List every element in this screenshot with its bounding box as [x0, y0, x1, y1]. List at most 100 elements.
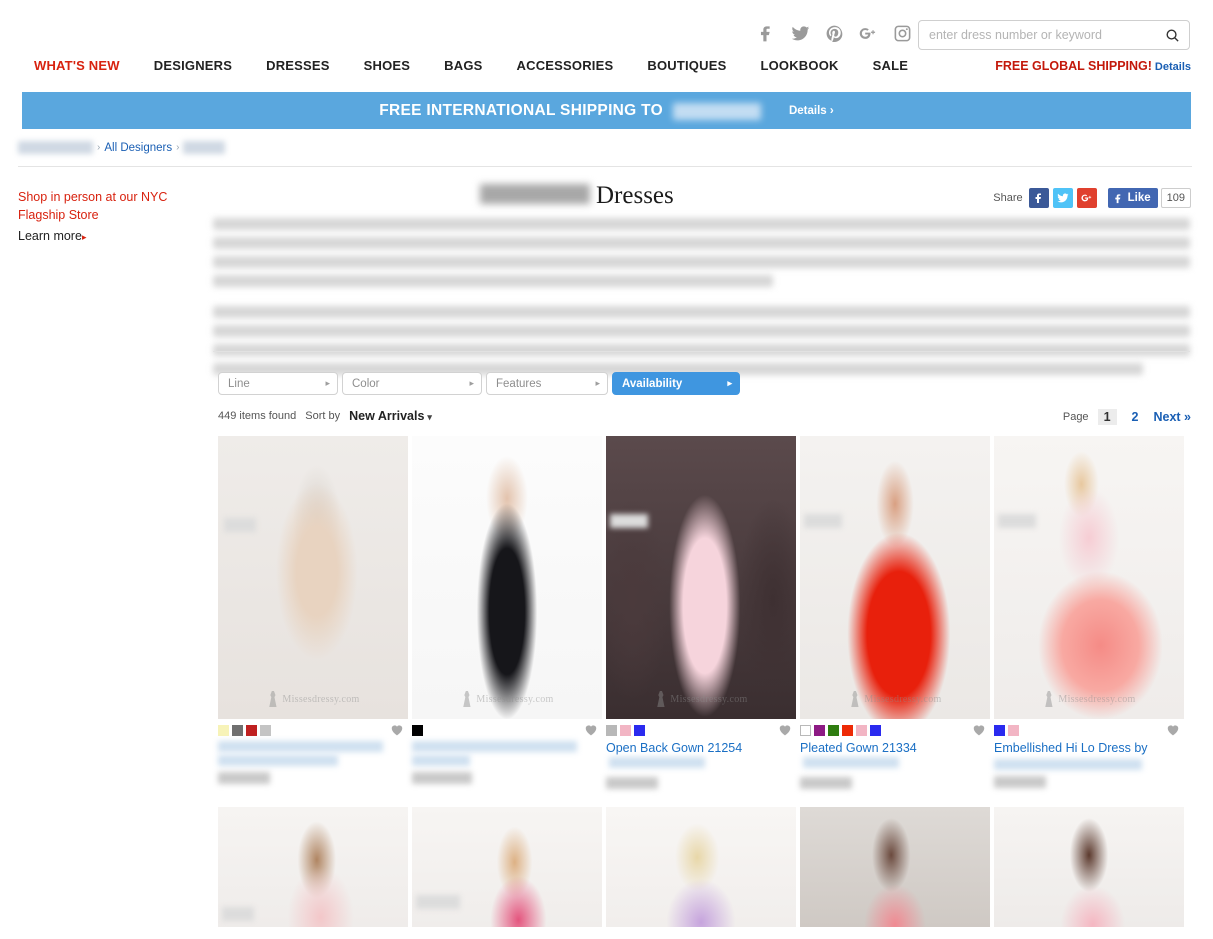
- product-image[interactable]: Missesdressy.com: [218, 436, 408, 719]
- wishlist-heart-icon[interactable]: [972, 723, 986, 736]
- product-card[interactable]: Missesdressy.com Open Back Gown 21254: [606, 436, 796, 789]
- breadcrumb-item-home-redacted[interactable]: [18, 141, 93, 154]
- dress-watermark-icon: [266, 691, 279, 707]
- product-image[interactable]: [800, 807, 990, 927]
- facebook-like-button[interactable]: Like: [1108, 188, 1158, 208]
- color-swatch[interactable]: [260, 725, 271, 736]
- product-card[interactable]: [412, 807, 602, 927]
- learn-more-link[interactable]: Learn more▸: [18, 227, 198, 246]
- color-swatch[interactable]: [606, 725, 617, 736]
- product-image[interactable]: [606, 807, 796, 927]
- product-card[interactable]: [994, 807, 1184, 927]
- color-swatch[interactable]: [412, 725, 423, 736]
- share-facebook-button[interactable]: [1029, 188, 1049, 208]
- share-googleplus-button[interactable]: [1077, 188, 1097, 208]
- nav-item-dresses[interactable]: DRESSES: [249, 58, 347, 73]
- filter-availability[interactable]: Availability ▸: [612, 372, 740, 395]
- search-box[interactable]: [918, 20, 1190, 50]
- caret-right-icon: ▸: [82, 232, 87, 242]
- product-card[interactable]: Missesdressy.com: [412, 436, 602, 789]
- twitter-icon[interactable]: [789, 20, 811, 46]
- next-page-button[interactable]: Next »: [1153, 410, 1191, 424]
- product-card[interactable]: Missesdressy.com: [218, 436, 408, 789]
- breadcrumb-item-all-designers[interactable]: All Designers: [104, 142, 172, 154]
- search-input[interactable]: [919, 22, 1155, 48]
- product-title[interactable]: Embellished Hi Lo Dress by: [994, 741, 1184, 770]
- nav-item-accessories[interactable]: ACCESSORIES: [500, 58, 631, 73]
- color-swatch[interactable]: [246, 725, 257, 736]
- color-swatch[interactable]: [800, 725, 811, 736]
- facebook-icon[interactable]: [755, 20, 777, 46]
- product-title-text: Open Back Gown 21254: [606, 741, 742, 755]
- color-swatch[interactable]: [232, 725, 243, 736]
- share-twitter-button[interactable]: [1053, 188, 1073, 208]
- color-swatch[interactable]: [1008, 725, 1019, 736]
- product-title[interactable]: [412, 741, 602, 766]
- wishlist-heart-icon[interactable]: [1166, 723, 1180, 736]
- filter-color-label: Color: [352, 378, 379, 390]
- product-image[interactable]: [218, 807, 408, 927]
- nav-item-lookbook[interactable]: LOOKBOOK: [743, 58, 855, 73]
- color-swatch[interactable]: [842, 725, 853, 736]
- watermark-text: Missesdressy.com: [1058, 694, 1135, 705]
- nav-item-sale[interactable]: SALE: [856, 58, 925, 73]
- product-image[interactable]: Missesdressy.com: [800, 436, 990, 719]
- color-swatch[interactable]: [634, 725, 645, 736]
- page-1-button[interactable]: 1: [1098, 409, 1117, 425]
- color-swatch[interactable]: [828, 725, 839, 736]
- product-card[interactable]: Missesdressy.com Pleated Gown 21334: [800, 436, 990, 789]
- chevron-right-icon: ▸: [325, 378, 330, 389]
- breadcrumb-separator-2: ›: [176, 142, 179, 153]
- product-title[interactable]: Pleated Gown 21334: [800, 741, 990, 771]
- nav-item-shoes[interactable]: SHOES: [347, 58, 428, 73]
- product-card[interactable]: [800, 807, 990, 927]
- product-card[interactable]: [218, 807, 408, 927]
- wishlist-heart-icon[interactable]: [390, 723, 404, 736]
- nav-item-designers[interactable]: DESIGNERS: [137, 58, 249, 73]
- product-title-redacted-2: [218, 755, 338, 766]
- nav-item-bags[interactable]: BAGS: [427, 58, 499, 73]
- page-2-button[interactable]: 2: [1126, 409, 1145, 425]
- wishlist-heart-icon[interactable]: [584, 723, 598, 736]
- instagram-icon[interactable]: [891, 20, 913, 46]
- color-swatch[interactable]: [814, 725, 825, 736]
- product-image[interactable]: Missesdressy.com: [412, 436, 602, 719]
- color-swatch[interactable]: [620, 725, 631, 736]
- sort-by-dropdown[interactable]: New Arrivals▾: [349, 409, 432, 423]
- nav-item-whats-new[interactable]: WHAT'S NEW: [34, 58, 137, 73]
- watermark-text: Missesdressy.com: [670, 694, 747, 705]
- banner-text: FREE INTERNATIONAL SHIPPING TO: [379, 102, 663, 120]
- filter-features[interactable]: Features ▸: [486, 372, 608, 395]
- sort-by-value: New Arrivals: [349, 409, 424, 423]
- product-badge-redacted: [224, 518, 256, 532]
- googleplus-icon[interactable]: [857, 20, 879, 46]
- nav-item-boutiques[interactable]: BOUTIQUES: [630, 58, 743, 73]
- banner-details-link[interactable]: Details ›: [789, 105, 834, 117]
- chevron-down-icon: ▾: [427, 412, 432, 422]
- product-title[interactable]: [218, 741, 408, 766]
- product-card[interactable]: Missesdressy.com Embellished Hi Lo Dress…: [994, 436, 1184, 789]
- filter-color[interactable]: Color ▸: [342, 372, 482, 395]
- product-image[interactable]: Missesdressy.com: [994, 436, 1184, 719]
- search-button[interactable]: [1155, 21, 1189, 49]
- product-title[interactable]: Open Back Gown 21254: [606, 741, 796, 771]
- international-shipping-banner[interactable]: FREE INTERNATIONAL SHIPPING TO Details ›: [22, 92, 1191, 129]
- product-badge-redacted: [804, 514, 842, 528]
- filter-availability-label: Availability: [622, 378, 682, 390]
- product-image[interactable]: Missesdressy.com: [606, 436, 796, 719]
- color-swatch[interactable]: [218, 725, 229, 736]
- product-title-redacted-2: [412, 755, 470, 766]
- page-title: Dresses: [480, 183, 674, 208]
- pinterest-icon[interactable]: [823, 20, 845, 46]
- color-swatch[interactable]: [994, 725, 1005, 736]
- product-card[interactable]: [606, 807, 796, 927]
- flagship-store-line1[interactable]: Shop in person at our NYC: [18, 188, 198, 206]
- filter-line[interactable]: Line ▸: [218, 372, 338, 395]
- flagship-store-line2[interactable]: Flagship Store: [18, 206, 198, 224]
- color-swatch[interactable]: [870, 725, 881, 736]
- color-swatch[interactable]: [856, 725, 867, 736]
- product-image[interactable]: [412, 807, 602, 927]
- product-image[interactable]: [994, 807, 1184, 927]
- wishlist-heart-icon[interactable]: [778, 723, 792, 736]
- global-shipping-details-link[interactable]: Details: [1155, 61, 1191, 73]
